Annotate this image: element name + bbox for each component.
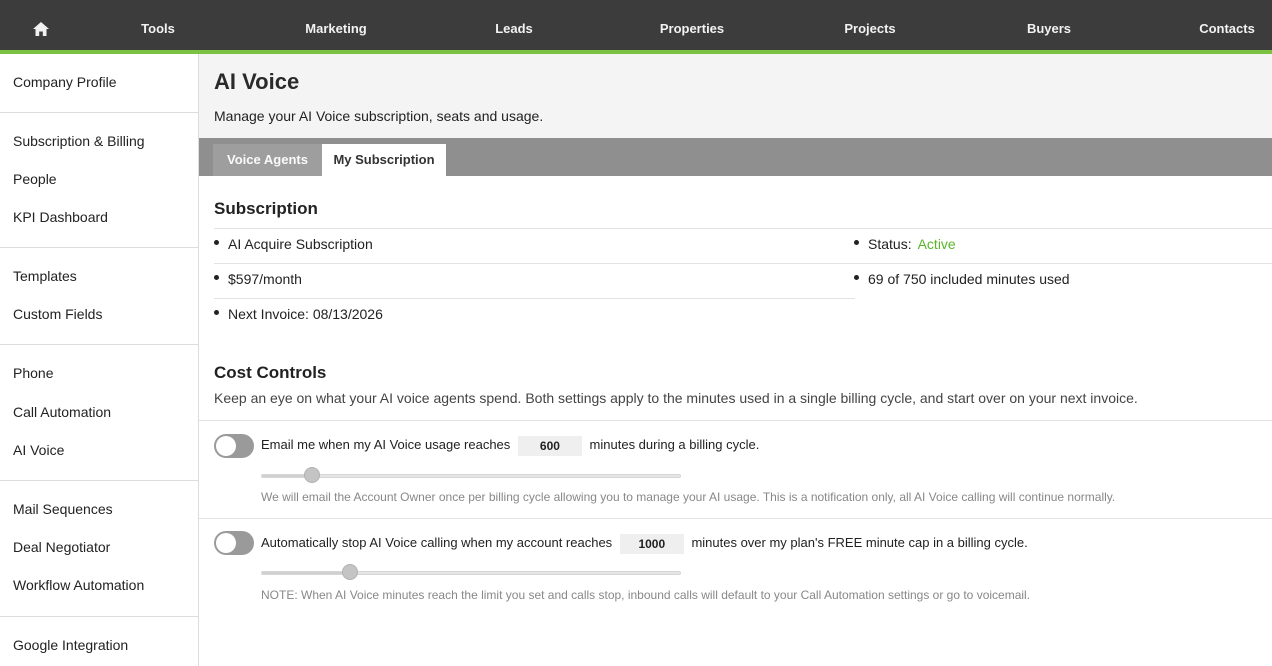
sidebar-item-deal-negotiator[interactable]: Deal Negotiator [13, 539, 110, 555]
subscription-price: $597/month [214, 271, 302, 287]
auto-stop-slider-handle[interactable] [341, 564, 358, 580]
toggle-knob [216, 436, 236, 456]
toggle-knob [216, 533, 236, 553]
email-alert-note: We will email the Account Owner once per… [261, 490, 1116, 504]
subscription-status: Status: Active [854, 236, 956, 252]
nav-tools[interactable]: Tools [141, 0, 175, 50]
page-header: AI Voice Manage your AI Voice subscripti… [199, 54, 1272, 138]
divider [214, 263, 1272, 264]
subscription-heading: Subscription [214, 199, 318, 218]
page-subtitle: Manage your AI Voice subscription, seats… [214, 108, 544, 124]
auto-stop-setting: Automatically stop AI Voice calling when… [261, 533, 1028, 554]
bullet [854, 274, 859, 280]
sidebar-divider [0, 616, 198, 617]
email-alert-suffix: minutes during a billing cycle. [589, 437, 760, 452]
page-title: AI Voice [214, 69, 300, 94]
auto-stop-slider[interactable] [261, 564, 681, 580]
sidebar-item-templates[interactable]: Templates [13, 268, 77, 284]
slider-fill [262, 572, 350, 574]
tab-voice-agents[interactable]: Voice Agents [213, 144, 322, 176]
divider [214, 298, 855, 299]
sidebar-item-google-integration[interactable]: Google Integration [13, 637, 128, 653]
cost-controls-heading: Cost Controls [214, 363, 327, 382]
sidebar-item-custom-fields[interactable]: Custom Fields [13, 306, 102, 322]
subscription-minutes-used: 69 of 750 included minutes used [854, 271, 1070, 287]
sidebar-item-ai-voice[interactable]: AI Voice [13, 442, 64, 458]
auto-stop-prefix: Automatically stop AI Voice calling when… [261, 535, 613, 550]
sidebar-item-phone[interactable]: Phone [13, 365, 53, 381]
email-alert-minutes-input[interactable]: 600 [517, 435, 582, 456]
tab-my-subscription[interactable]: My Subscription [322, 144, 446, 176]
sidebar-item-mail-sequences[interactable]: Mail Sequences [13, 501, 113, 517]
nav-buyers[interactable]: Buyers [1027, 0, 1071, 50]
sidebar-item-subscription-billing[interactable]: Subscription & Billing [13, 133, 145, 149]
nav-marketing[interactable]: Marketing [305, 0, 366, 50]
sidebar-item-call-automation[interactable]: Call Automation [13, 404, 111, 420]
tab-bar: Voice Agents My Subscription [199, 138, 1272, 176]
subscription-next-invoice: Next Invoice: 08/13/2026 [214, 306, 383, 322]
sidebar-item-kpi-dashboard[interactable]: KPI Dashboard [13, 209, 108, 225]
divider [214, 228, 1272, 229]
sidebar-divider [0, 247, 198, 248]
auto-stop-minutes-input[interactable]: 1000 [619, 533, 684, 554]
email-alert-slider-handle[interactable] [304, 467, 321, 483]
divider [199, 518, 1272, 519]
auto-stop-suffix: minutes over my plan's FREE minute cap i… [691, 535, 1028, 550]
nav-properties[interactable]: Properties [660, 0, 724, 50]
sidebar-item-people[interactable]: People [13, 171, 57, 187]
email-alert-setting: Email me when my AI Voice usage reaches … [261, 435, 759, 456]
next-invoice-value: Next Invoice: 08/13/2026 [228, 306, 383, 322]
sidebar-divider [0, 344, 198, 345]
home-icon[interactable] [33, 22, 49, 36]
email-alert-slider[interactable] [261, 467, 681, 483]
nav-contacts[interactable]: Contacts [1199, 0, 1255, 50]
bullet [214, 309, 219, 315]
sidebar-item-workflow-automation[interactable]: Workflow Automation [13, 577, 144, 593]
status-label: Status: [868, 236, 912, 252]
top-nav: Tools Marketing Leads Properties Project… [0, 0, 1272, 50]
sidebar-divider [0, 112, 198, 113]
email-alert-toggle[interactable] [214, 434, 254, 458]
auto-stop-toggle[interactable] [214, 531, 254, 555]
nav-leads[interactable]: Leads [495, 0, 533, 50]
price-value: $597/month [228, 271, 302, 287]
minutes-used-value: 69 of 750 included minutes used [868, 271, 1070, 287]
sidebar-item-company-profile[interactable]: Company Profile [13, 74, 117, 90]
plan-name: AI Acquire Subscription [228, 236, 373, 252]
bullet [854, 239, 859, 245]
bullet [214, 274, 219, 280]
settings-sidebar: Company Profile Subscription & Billing P… [0, 54, 199, 666]
status-badge: Active [917, 236, 956, 252]
divider [199, 420, 1272, 421]
nav-projects[interactable]: Projects [844, 0, 895, 50]
auto-stop-note: NOTE: When AI Voice minutes reach the li… [261, 588, 1031, 602]
sidebar-divider [0, 480, 198, 481]
email-alert-prefix: Email me when my AI Voice usage reaches [261, 437, 511, 452]
bullet [214, 239, 219, 245]
subscription-plan: AI Acquire Subscription [214, 236, 373, 252]
cost-controls-description: Keep an eye on what your AI voice agents… [214, 390, 1138, 406]
main-content: AI Voice Manage your AI Voice subscripti… [199, 54, 1272, 666]
